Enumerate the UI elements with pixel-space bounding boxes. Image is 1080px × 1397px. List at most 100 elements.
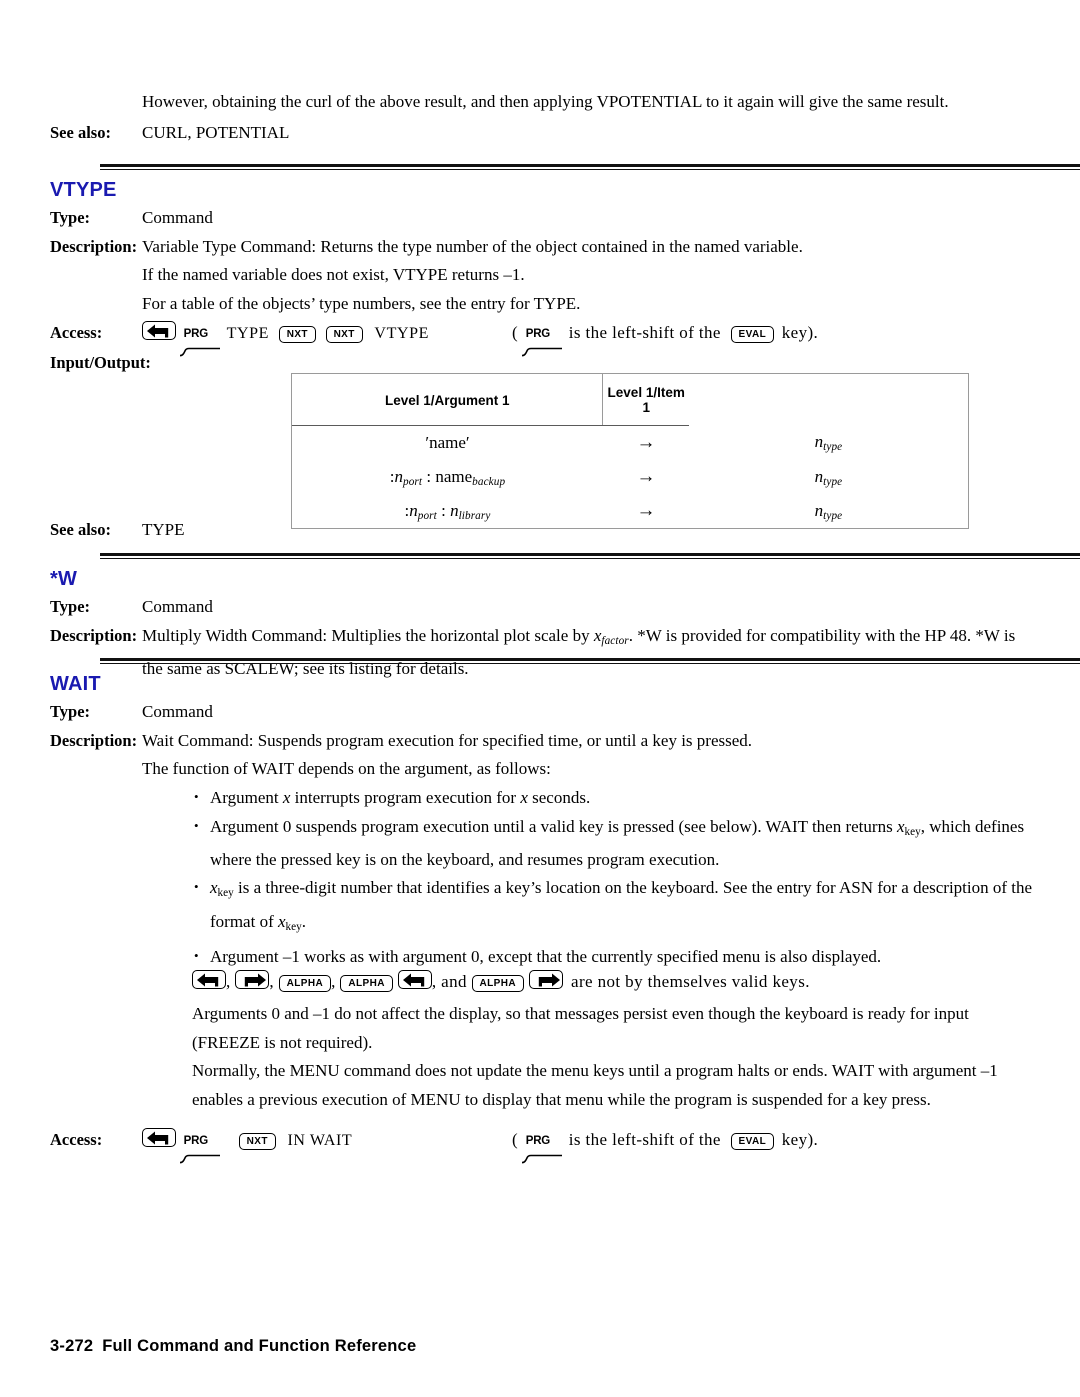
section-vtype: VTYPE Type: Command Description: Variabl…	[0, 176, 1080, 377]
bullet-2-cont-var2-sub: key	[285, 920, 302, 933]
bullet-2-cont-var-sub: key	[217, 887, 234, 900]
vpotential-see-also-row: See also: CURL, POTENTIAL	[0, 119, 1080, 148]
access-note-open-paren: (	[512, 1130, 519, 1149]
see-also-value: CURL, POTENTIAL	[142, 122, 290, 142]
description-label: Description:	[50, 730, 138, 750]
eval-key-icon: EVAL	[730, 326, 775, 343]
bullet-2-var-sub: key	[904, 825, 921, 838]
column-header-item: Level 1/Item 1	[602, 374, 689, 426]
cell-arrow-2: →	[636, 466, 656, 487]
cell-argument-2: :nport : namebackup	[292, 460, 603, 494]
invalid-keys-sep-3: ,	[331, 972, 341, 991]
list-item: Argument x interrupts program execution …	[192, 783, 1040, 813]
section-divider-rule-2	[100, 553, 1080, 559]
vtype-type-row: Type: Command	[0, 204, 1080, 233]
bullet-2-cont-part1: is a three-digit number that identifies …	[210, 878, 1033, 931]
wait-access-note: ( PRG is the left-shift of the EVAL key)…	[512, 1126, 819, 1163]
vpotential-paragraph-row: However, obtaining the curl of the above…	[0, 88, 1080, 117]
bullet-1-part1: Argument	[210, 788, 283, 807]
left-shift-arrow-key-icon	[142, 321, 176, 340]
section-divider-rule-1	[100, 164, 1080, 170]
type-label: Type:	[50, 208, 91, 227]
section-vpotential-tail: However, obtaining the curl of the above…	[0, 88, 1080, 147]
list-item-continuation: xkey is a three-digit number that identi…	[192, 873, 1040, 941]
access-note-text-end: key).	[781, 323, 819, 342]
section-star-w: *W Type: Command Description: Multiply W…	[0, 565, 1080, 683]
star-w-desc-var-sub: factor	[601, 634, 629, 647]
vtype-see-also-row: See also: TYPE	[0, 516, 1080, 545]
wait-description-p1: Wait Command: Suspends program execution…	[142, 730, 753, 750]
description-p3: For a table of the objects’ type numbers…	[142, 293, 581, 313]
vpotential-paragraph: However, obtaining the curl of the above…	[142, 92, 949, 111]
access-note-text-mid: is the left-shift of the	[568, 1130, 721, 1149]
cell-result-1-sub: type	[823, 441, 843, 454]
page-title-vtype: VTYPE	[50, 179, 117, 201]
access-label: Access:	[50, 323, 103, 342]
invalid-keys-sep-4: , and	[431, 972, 472, 991]
description-label: Description:	[50, 236, 138, 256]
cell-result-2-main: n	[814, 466, 824, 486]
section-wait-access: Access: PRG NXT IN WAIT ( PRG is the lef…	[0, 1126, 1080, 1163]
description-p1: Variable Type Command: Returns the type …	[142, 236, 803, 256]
left-shift-arrow-key-icon	[142, 1128, 176, 1147]
invalid-keys-trailing-text: are not by themselves valid keys.	[571, 972, 810, 991]
wait-bullet-list: Argument x interrupts program execution …	[192, 783, 1040, 972]
wait-description-row: Description: Wait Command: Suspends prog…	[0, 727, 1080, 784]
vtype-access-row: Access: PRG TYPE NXT NXT VTYPE ( PRG is …	[0, 319, 1080, 356]
bullet-2-part1: Argument 0 suspends program execution un…	[210, 816, 897, 836]
table-row: :nport : namebackup → ntype	[292, 460, 968, 494]
wait-bullet-list-wrap: Argument x interrupts program execution …	[192, 783, 1040, 972]
wait-description-p2: The function of WAIT depends on the argu…	[142, 759, 551, 778]
nxt-key-icon: NXT	[238, 1133, 276, 1150]
left-shift-arrow-key-icon	[192, 970, 226, 989]
right-shift-arrow-key-icon-2	[529, 970, 563, 989]
right-shift-arrow-key-icon	[235, 970, 270, 989]
bullet-3-text: Argument –1 works as with argument 0, ex…	[210, 947, 882, 967]
cell-arrow-1: →	[636, 432, 656, 453]
spacer-label	[0, 88, 142, 117]
access-note-vtype: ( PRG is the left-shift of the EVAL key)…	[512, 319, 819, 356]
description-label: Description:	[50, 625, 138, 645]
section-vtype-see-also: See also: TYPE	[0, 516, 1080, 545]
cell-argument-2-sub: port	[403, 475, 423, 488]
access-sequence-vtype: VTYPE	[374, 325, 429, 342]
page-title-wait: WAIT	[50, 673, 101, 695]
page-footer: 3-272 Full Command and Function Reference	[50, 1337, 416, 1356]
wait-invalid-keys-line: , , ALPHA, ALPHA , and ALPHA are not by …	[192, 968, 810, 997]
see-also-value: TYPE	[142, 520, 185, 539]
access-note-text-end: key).	[781, 1130, 819, 1149]
invalid-keys-sep-2: ,	[269, 972, 279, 991]
footer-title: Full Command and Function Reference	[102, 1337, 417, 1355]
prg-menu-label: PRG	[179, 320, 220, 356]
prg-menu-label: PRG	[179, 1127, 220, 1163]
bullet-2-cont-part2: .	[301, 911, 306, 931]
access-note-text-mid: is the left-shift of the	[568, 323, 721, 342]
wait-access-keystroke-sequence: PRG NXT IN WAIT ( PRG is the left-shift …	[142, 1126, 1080, 1163]
description-body: Wait Command: Suspends program execution…	[142, 727, 1080, 784]
description-body: Variable Type Command: Returns the type …	[142, 233, 1080, 319]
type-value: Command	[142, 702, 213, 721]
bullet-1-part2: interrupts program execution for	[290, 788, 521, 807]
bullet-1-var2: x	[520, 788, 528, 807]
access-note-open-paren: (	[512, 323, 519, 342]
list-item: Argument 0 suspends program execution un…	[192, 812, 1040, 875]
cell-result-2-sub: type	[823, 475, 843, 488]
type-value: Command	[142, 597, 213, 616]
footer-page-number: 3-272	[50, 1337, 94, 1355]
wait-access-row: Access: PRG NXT IN WAIT ( PRG is the lef…	[0, 1126, 1080, 1163]
type-label: Type:	[50, 702, 91, 721]
document-page: However, obtaining the curl of the above…	[0, 0, 1080, 1397]
cell-argument-1: ′name′	[292, 426, 603, 461]
cell-result-1-main: n	[814, 432, 824, 452]
vtype-description-row: Description: Variable Type Command: Retu…	[0, 233, 1080, 319]
page-title-star-w: *W	[50, 568, 78, 590]
section-divider-rule-3	[100, 658, 1080, 664]
star-w-type-row: Type: Command	[0, 593, 1080, 622]
prg-menu-label-note: PRG	[521, 320, 562, 356]
table-header-row: Level 1/Argument 1 Level 1/Item 1	[292, 374, 968, 426]
cell-result-2: ntype	[689, 460, 968, 494]
invalid-keys-sep-1: ,	[226, 972, 236, 991]
prg-menu-label-note: PRG	[521, 1127, 562, 1163]
section-wait: WAIT Type: Command Description: Wait Com…	[0, 670, 1080, 784]
table-row: ′name′ → ntype	[292, 426, 968, 461]
